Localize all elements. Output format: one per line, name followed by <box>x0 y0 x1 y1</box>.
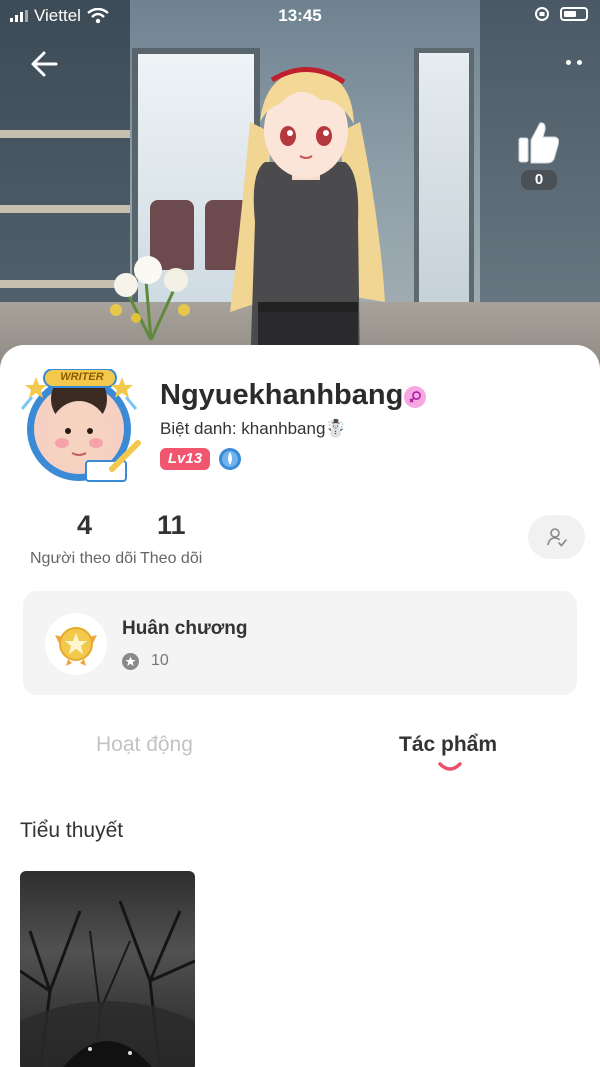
back-arrow-icon <box>31 51 58 77</box>
tab-works[interactable]: Tác phẩm <box>399 733 497 757</box>
status-bar: Viettel 13:45 <box>0 0 600 32</box>
banner-shelf <box>0 130 130 138</box>
avatar[interactable]: WRITER <box>16 368 146 489</box>
profile-banner: Viettel 13:45 0 <box>0 0 600 372</box>
username: Ngyuekhanhbang <box>160 379 404 411</box>
followers-count[interactable]: 4 <box>77 510 92 541</box>
orientation-lock-icon <box>535 7 549 21</box>
status-time: 13:45 <box>278 6 322 25</box>
banner-shelf <box>0 205 130 213</box>
novel-cover-image <box>20 900 195 1067</box>
more-icon <box>577 59 582 65</box>
novel-cover[interactable] <box>20 871 195 1067</box>
like-button[interactable] <box>516 118 562 168</box>
more-options-button[interactable] <box>542 52 582 72</box>
following-count[interactable]: 11 <box>157 510 186 541</box>
tab-activity[interactable]: Hoạt động <box>96 733 193 757</box>
profile-card: WRITER Ngyuekhanhbang Biệt danh: khanhba… <box>0 345 600 1067</box>
follow-button[interactable] <box>528 515 585 559</box>
medals-count: 10 <box>151 652 169 669</box>
avatar-character-illustration <box>230 67 385 372</box>
gender-icon <box>404 386 426 408</box>
back-button[interactable] <box>26 44 66 84</box>
star-icon <box>122 653 139 670</box>
banner-window <box>414 48 474 318</box>
like-count: 0 <box>521 170 557 190</box>
section-title-novels: Tiểu thuyết <box>20 819 124 842</box>
shield-icon[interactable] <box>218 447 242 471</box>
followers-label[interactable]: Người theo dõi <box>30 550 137 568</box>
follow-user-icon <box>546 528 567 547</box>
more-icon <box>566 59 571 65</box>
medals-title: Huân chương <box>122 618 248 639</box>
level-badge: Lv13 <box>160 448 210 470</box>
medals-panel[interactable]: Huân chương 10 <box>23 591 577 695</box>
avatar-frame <box>20 368 141 482</box>
thumbs-up-icon <box>518 122 560 164</box>
nickname: Biệt danh: khanhbang☃️ <box>160 419 347 438</box>
status-right <box>534 6 588 22</box>
flowers-illustration <box>110 256 190 340</box>
medal-icon <box>45 613 107 675</box>
avatar-badge-text: WRITER <box>60 371 104 383</box>
following-label[interactable]: Theo dõi <box>140 550 202 568</box>
battery-icon <box>560 7 588 21</box>
tab-active-indicator <box>438 762 462 771</box>
